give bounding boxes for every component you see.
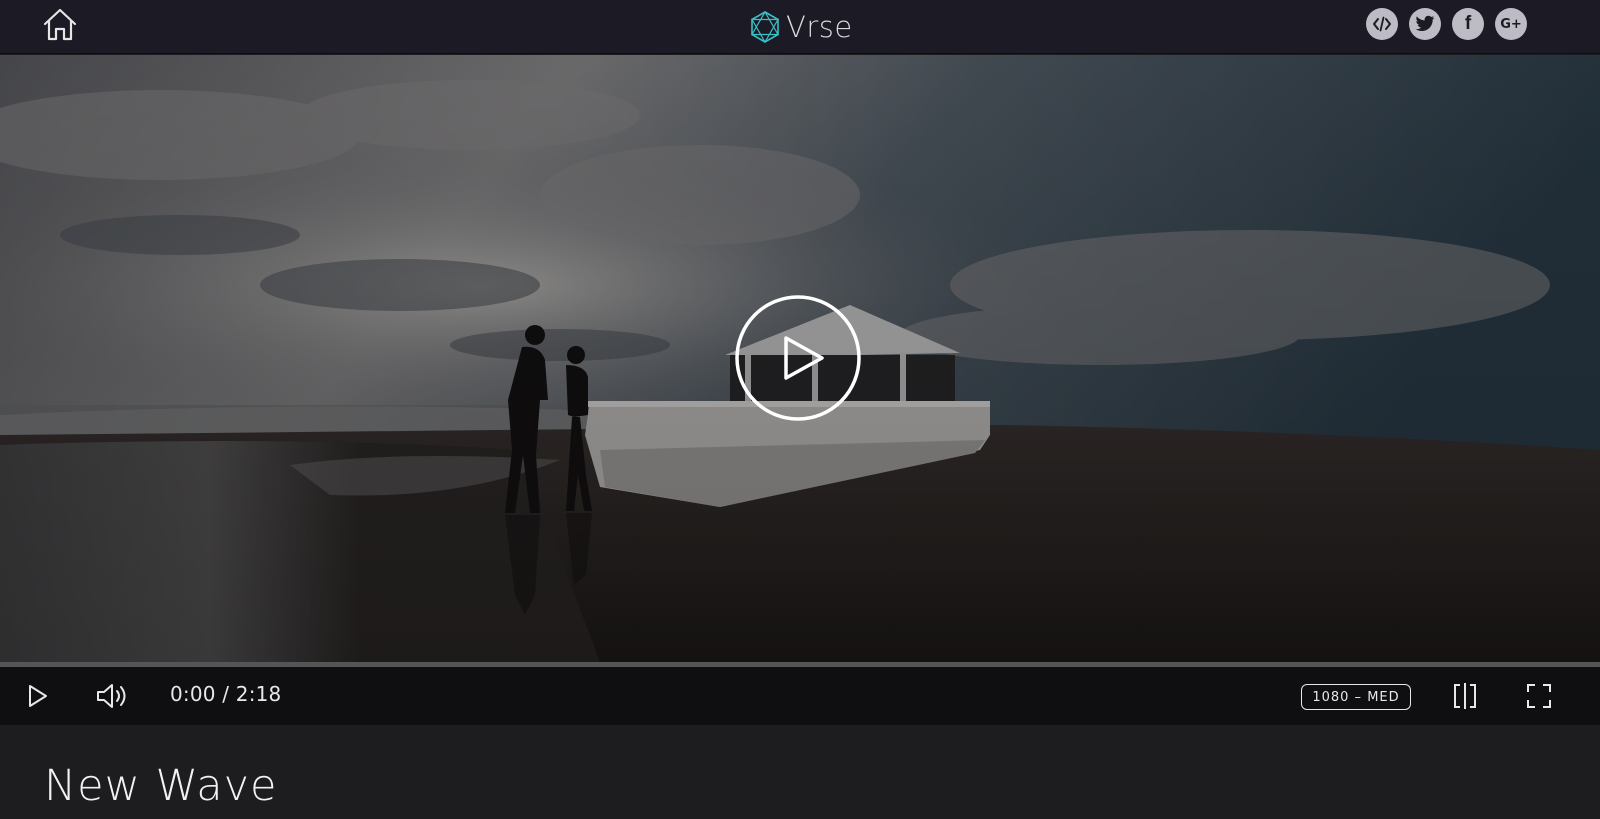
fullscreen-icon[interactable]: [1526, 683, 1552, 709]
time-display: 0:00 / 2:18: [170, 682, 282, 706]
embed-code-button[interactable]: [1366, 8, 1398, 40]
social-share-bar: f G+: [1366, 8, 1527, 40]
google-plus-icon: G+: [1500, 16, 1522, 32]
brand-logo[interactable]: Vrse: [748, 7, 853, 47]
facebook-share-button[interactable]: f: [1452, 8, 1484, 40]
video-title: New Wave: [44, 761, 278, 811]
play-icon[interactable]: [24, 683, 50, 709]
top-bar: Vrse f G+: [0, 0, 1600, 54]
google-plus-share-button[interactable]: G+: [1495, 8, 1527, 40]
facebook-icon: f: [1464, 13, 1472, 34]
hexagon-logo-icon: [750, 10, 780, 44]
home-icon[interactable]: [42, 8, 78, 42]
play-circle-icon[interactable]: [734, 294, 862, 422]
twitter-icon: [1415, 15, 1435, 31]
twitter-share-button[interactable]: [1409, 8, 1441, 40]
video-info: New Wave: [0, 725, 1600, 819]
player-controls: 0:00 / 2:18 1080 – MED: [0, 667, 1600, 725]
quality-selector[interactable]: 1080 – MED: [1301, 684, 1411, 710]
brand-name: Vrse: [786, 10, 853, 44]
video-viewport[interactable]: [0, 55, 1600, 662]
split-view-icon[interactable]: [1452, 682, 1478, 710]
code-icon: [1373, 16, 1391, 32]
volume-icon[interactable]: [96, 681, 130, 711]
